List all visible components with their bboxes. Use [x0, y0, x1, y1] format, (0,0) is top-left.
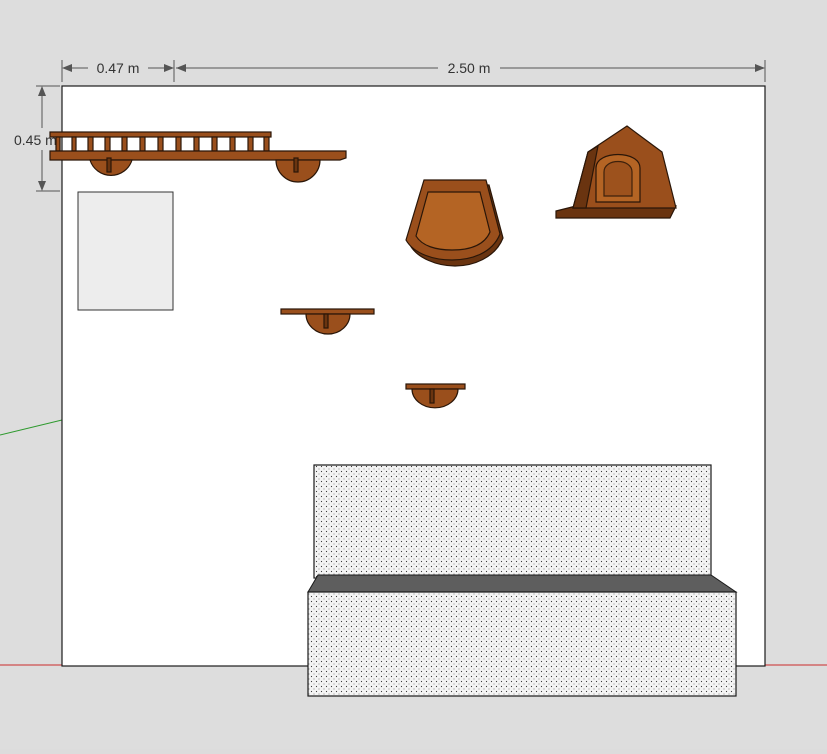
- dimension-height-shelf[interactable]: 0.45 m: [14, 85, 60, 192]
- cat-bed-basket[interactable]: [405, 179, 504, 267]
- dimension-width-wall[interactable]: 2.50 m: [176, 60, 766, 82]
- dimension-width-small[interactable]: 0.47 m: [61, 60, 175, 82]
- sofa-seat-shadow: [307, 574, 738, 593]
- sketchup-viewport[interactable]: 0.47 m 2.50 m 0.45 m: [0, 0, 827, 749]
- sofa[interactable]: [307, 464, 738, 697]
- sofa-base[interactable]: [307, 591, 737, 697]
- wall-frame[interactable]: [77, 191, 174, 311]
- model-canvas[interactable]: 0.47 m 2.50 m 0.45 m: [0, 0, 827, 749]
- green-axis-line: [0, 419, 63, 436]
- dimension-label-small: 0.47 m: [97, 60, 140, 76]
- dimension-label-wall: 2.50 m: [448, 60, 491, 76]
- sofa-backrest[interactable]: [313, 464, 712, 579]
